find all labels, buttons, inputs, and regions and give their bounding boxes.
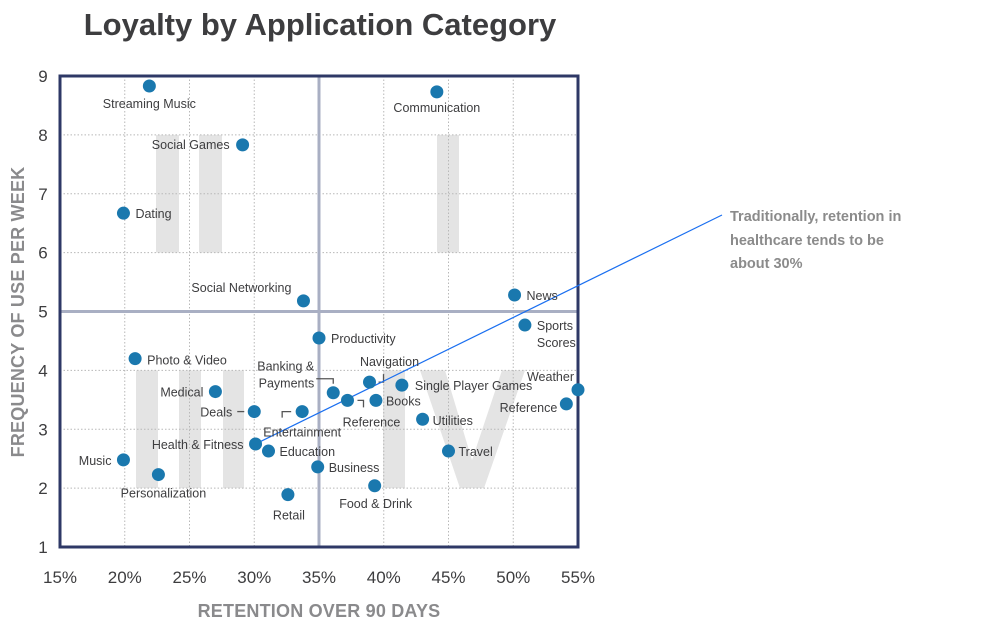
data-label: Banking & Payments [257, 360, 315, 391]
data-point [518, 318, 532, 332]
data-point [571, 383, 585, 397]
data-label: Travel [459, 445, 493, 459]
y-tick-label: 4 [38, 361, 47, 380]
y-tick-label: 6 [38, 244, 47, 263]
data-label: Deals [200, 406, 232, 420]
data-point [296, 294, 310, 308]
data-point [368, 479, 382, 493]
data-label-line: Scores [537, 336, 576, 350]
x-tick-label: 45% [431, 568, 465, 587]
annotation-line-3: about 30% [730, 256, 803, 272]
data-label: Utilities [433, 414, 473, 428]
data-label: Single Player Games [415, 379, 532, 393]
data-point [261, 444, 275, 458]
data-label: Personalization [121, 487, 207, 501]
data-label-line: Sports [537, 319, 573, 333]
data-point [508, 288, 522, 302]
data-point [208, 385, 222, 399]
leader-line-entertainment [281, 410, 292, 418]
data-label: Retail [273, 509, 305, 523]
y-axis-label: FREQUENCY OF USE PER WEEK [8, 167, 28, 458]
y-tick-label: 8 [38, 126, 47, 145]
data-label: Books [386, 394, 421, 408]
data-label: Navigation [360, 355, 419, 369]
data-label: Music [79, 454, 112, 468]
data-label: News [527, 289, 558, 303]
data-point [247, 405, 261, 419]
chart-title: Loyalty by Application Category [84, 7, 557, 42]
data-label: Food & Drink [339, 497, 413, 511]
data-point [369, 393, 383, 407]
y-tick-label: 2 [38, 479, 47, 498]
x-tick-label: 40% [367, 568, 401, 587]
data-point [430, 85, 444, 99]
annotation-line-1: Traditionally, retention in [730, 209, 901, 225]
data-point [249, 437, 263, 451]
data-point [395, 378, 409, 392]
data-label: Sports Scores [537, 319, 576, 350]
data-label: Photo & Video [147, 354, 227, 368]
data-label: Medical [160, 386, 203, 400]
x-tick-label: 35% [302, 568, 336, 587]
data-label: Social Networking [191, 281, 291, 295]
data-point [416, 412, 430, 426]
data-point [363, 375, 377, 389]
x-axis-ticks: 15% 20% 25% 30% 35% 40% 45% 50% 55% [43, 568, 595, 587]
data-point [311, 460, 325, 474]
data-point [151, 468, 165, 482]
data-label: Health & Fitness [152, 438, 244, 452]
data-point [142, 79, 156, 93]
data-point [128, 352, 142, 366]
data-label: Business [329, 461, 380, 475]
data-label: Dating [135, 207, 171, 221]
x-axis-label: RETENTION OVER 90 DAYS [198, 601, 441, 621]
x-tick-label: 30% [237, 568, 271, 587]
data-label: Communication [393, 101, 480, 115]
data-point [326, 386, 340, 400]
y-tick-label: 7 [38, 185, 47, 204]
leader-line-reference [357, 399, 365, 408]
data-point [312, 331, 326, 345]
data-label: Entertainment [263, 426, 341, 440]
data-label: Productivity [331, 332, 396, 346]
data-label: Weather [527, 370, 574, 384]
x-tick-label: 55% [561, 568, 595, 587]
x-tick-label: 25% [172, 568, 206, 587]
data-point [116, 206, 130, 220]
annotation-line-2: healthcare tends to be [730, 233, 884, 249]
data-point [295, 405, 309, 419]
data-label: Social Games [152, 138, 230, 152]
x-tick-label: 20% [108, 568, 142, 587]
y-tick-label: 3 [38, 420, 47, 439]
data-point [281, 488, 295, 502]
data-label: Reference [500, 401, 558, 415]
annotation-line [255, 214, 723, 445]
y-tick-label: 5 [38, 303, 47, 322]
y-tick-label: 9 [38, 67, 47, 86]
data-point [340, 393, 354, 407]
x-tick-label: 50% [496, 568, 530, 587]
data-point [116, 453, 130, 467]
data-point [236, 138, 250, 152]
data-label: Reference [343, 415, 401, 429]
numeral-iii-stroke [223, 370, 244, 489]
x-tick-label: 15% [43, 568, 77, 587]
data-point [559, 397, 573, 411]
data-label: Education [279, 445, 335, 459]
scatter-chart: Loyalty by Application Category 15% 20% 25… [8, 7, 901, 621]
annotation-line-group [255, 214, 723, 445]
data-label-line: Payments [259, 377, 315, 391]
data-label: Streaming Music [103, 97, 196, 111]
y-tick-label: 1 [38, 538, 47, 557]
data-point [442, 444, 455, 458]
y-axis-ticks: 1 2 3 4 5 6 7 8 9 [38, 67, 47, 557]
data-label-line: Banking & [257, 360, 315, 374]
annotation: Traditionally, retention in healthcare t… [730, 209, 901, 272]
